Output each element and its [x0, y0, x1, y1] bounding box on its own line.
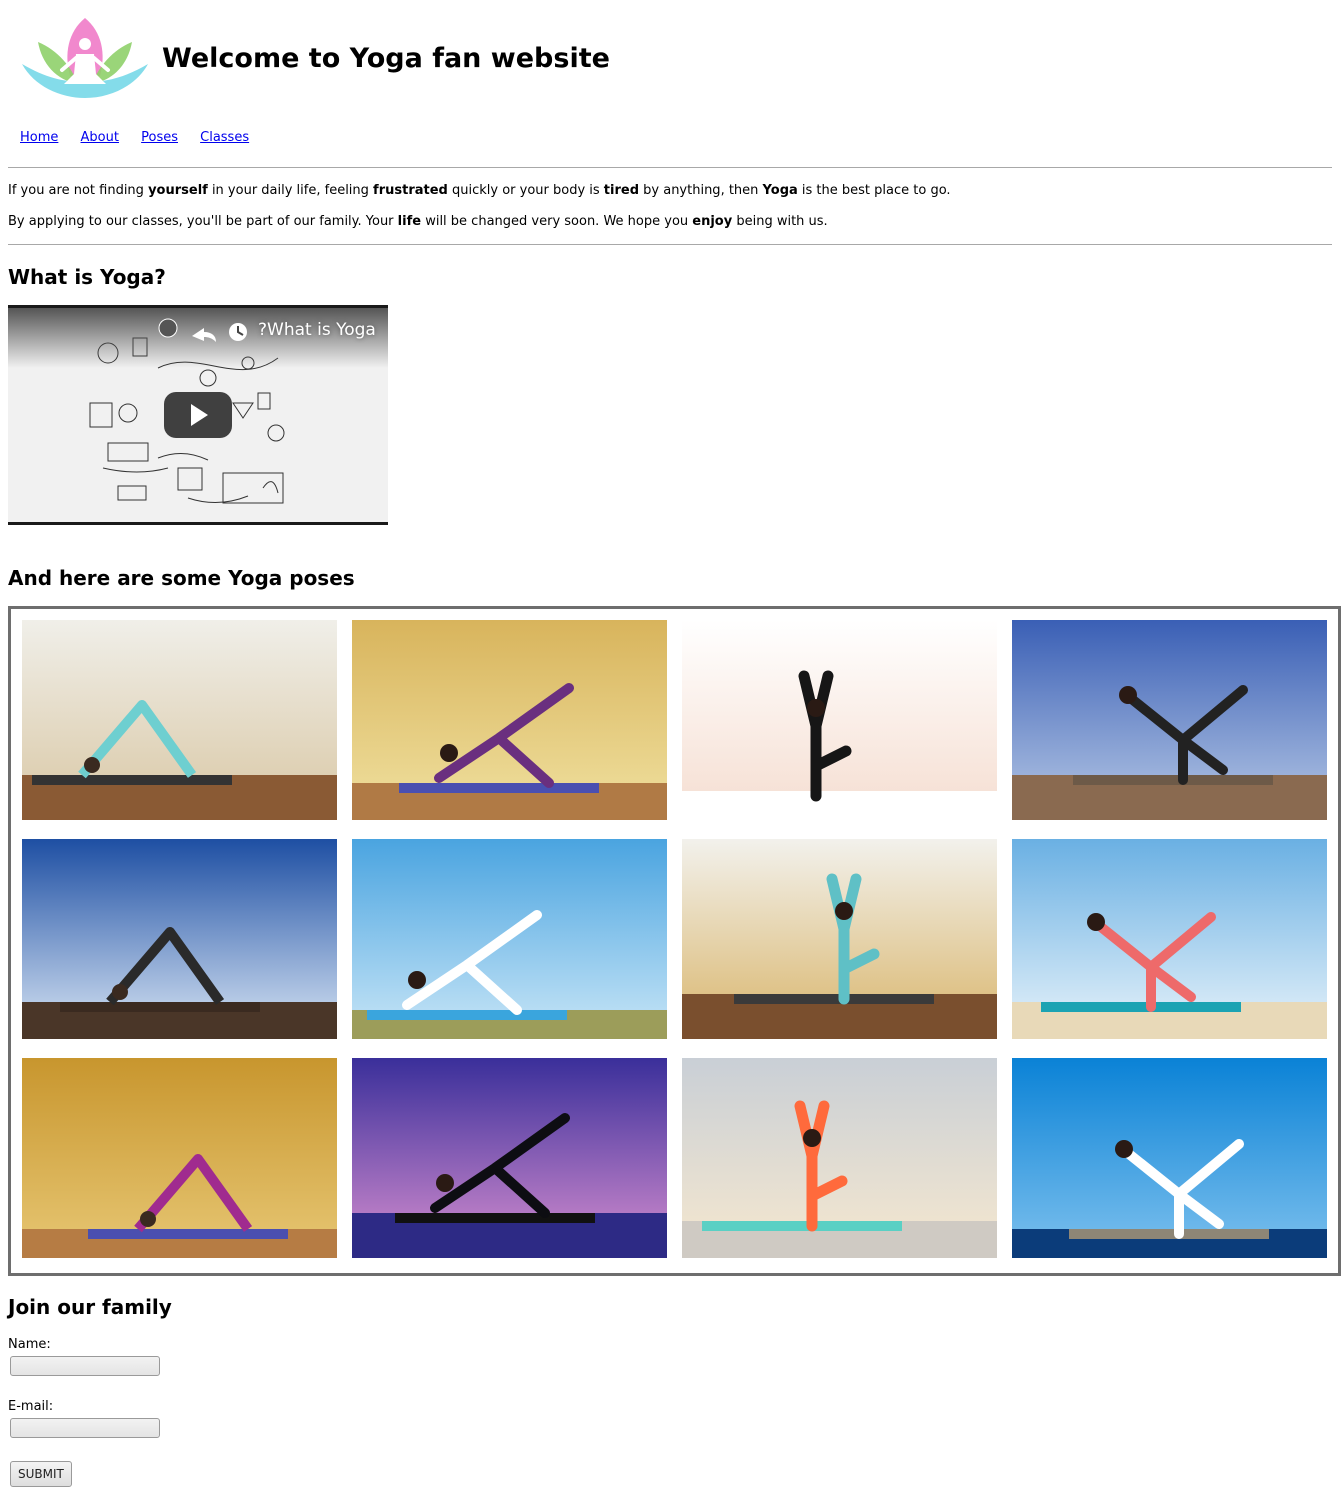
body-text: quickly or your body is	[447, 183, 604, 198]
pose-photo-warrior-twist	[22, 1058, 337, 1258]
pose-photo-dancer-silhouette	[352, 1058, 667, 1258]
poses-heading: And here are some Yoga poses	[8, 566, 355, 590]
pose-photo-wheel-leg-up	[1012, 620, 1327, 820]
emphasis-text: yourself	[148, 183, 208, 198]
body-text: is the best place to go.	[797, 183, 951, 198]
emphasis-text: Yoga	[762, 183, 798, 198]
pose-photo-eagle-brick	[682, 839, 997, 1039]
name-label: Name:	[8, 1337, 51, 1352]
email-label: E-mail:	[8, 1399, 54, 1414]
site-header: Welcome to Yoga fan website	[20, 14, 720, 106]
email-input[interactable]	[10, 1418, 160, 1438]
emphasis-text: frustrated	[373, 183, 448, 198]
site-title: Welcome to Yoga fan website	[162, 43, 610, 74]
body-text: By applying to our classes, you'll be pa…	[8, 214, 398, 229]
lotus-meditation-icon	[22, 18, 148, 98]
emphasis-text: life	[397, 214, 422, 229]
pose-photo-dancer-rock	[22, 839, 337, 1039]
pose-photo-bow-sea	[1012, 1058, 1327, 1258]
body-text: will be changed very soon. We hope you	[421, 214, 693, 229]
emphasis-text: tired	[603, 183, 640, 198]
pose-photo-crow	[682, 620, 997, 820]
body-text: in your daily life, feeling	[207, 183, 374, 198]
intro-paragraph-1: If you are not finding yourself in your …	[8, 183, 951, 198]
pose-photo-downward-dog	[22, 620, 337, 820]
video-player[interactable]: ?What is Yoga	[8, 305, 388, 525]
nav-link-about[interactable]: About	[81, 130, 119, 145]
body-text: If you are not finding	[8, 183, 149, 198]
nav-link-poses[interactable]: Poses	[141, 130, 178, 145]
emphasis-text: enjoy	[692, 214, 733, 229]
pose-photo-plank-beach	[1012, 839, 1327, 1039]
pose-gallery	[8, 606, 1341, 1276]
video-title: ?What is Yoga	[258, 320, 376, 340]
submit-button[interactable]: SUBMIT	[10, 1461, 72, 1487]
name-input[interactable]	[10, 1356, 160, 1376]
main-nav: Home About Poses Classes	[20, 130, 267, 145]
what-is-yoga-heading: What is Yoga?	[8, 265, 166, 289]
nav-link-classes[interactable]: Classes	[200, 130, 249, 145]
body-text: by anything, then	[639, 183, 763, 198]
intro-paragraph-2: By applying to our classes, you'll be pa…	[8, 214, 828, 229]
body-text: being with us.	[732, 214, 828, 229]
divider	[8, 244, 1332, 245]
pose-photo-pigeon-roof	[682, 1058, 997, 1258]
video-thumbnail	[8, 308, 388, 522]
nav-link-home[interactable]: Home	[20, 130, 58, 145]
pose-photo-three-legged-dog	[352, 620, 667, 820]
divider	[8, 167, 1332, 168]
pose-photo-tree-field	[352, 839, 667, 1039]
join-heading: Join our family	[8, 1295, 172, 1319]
